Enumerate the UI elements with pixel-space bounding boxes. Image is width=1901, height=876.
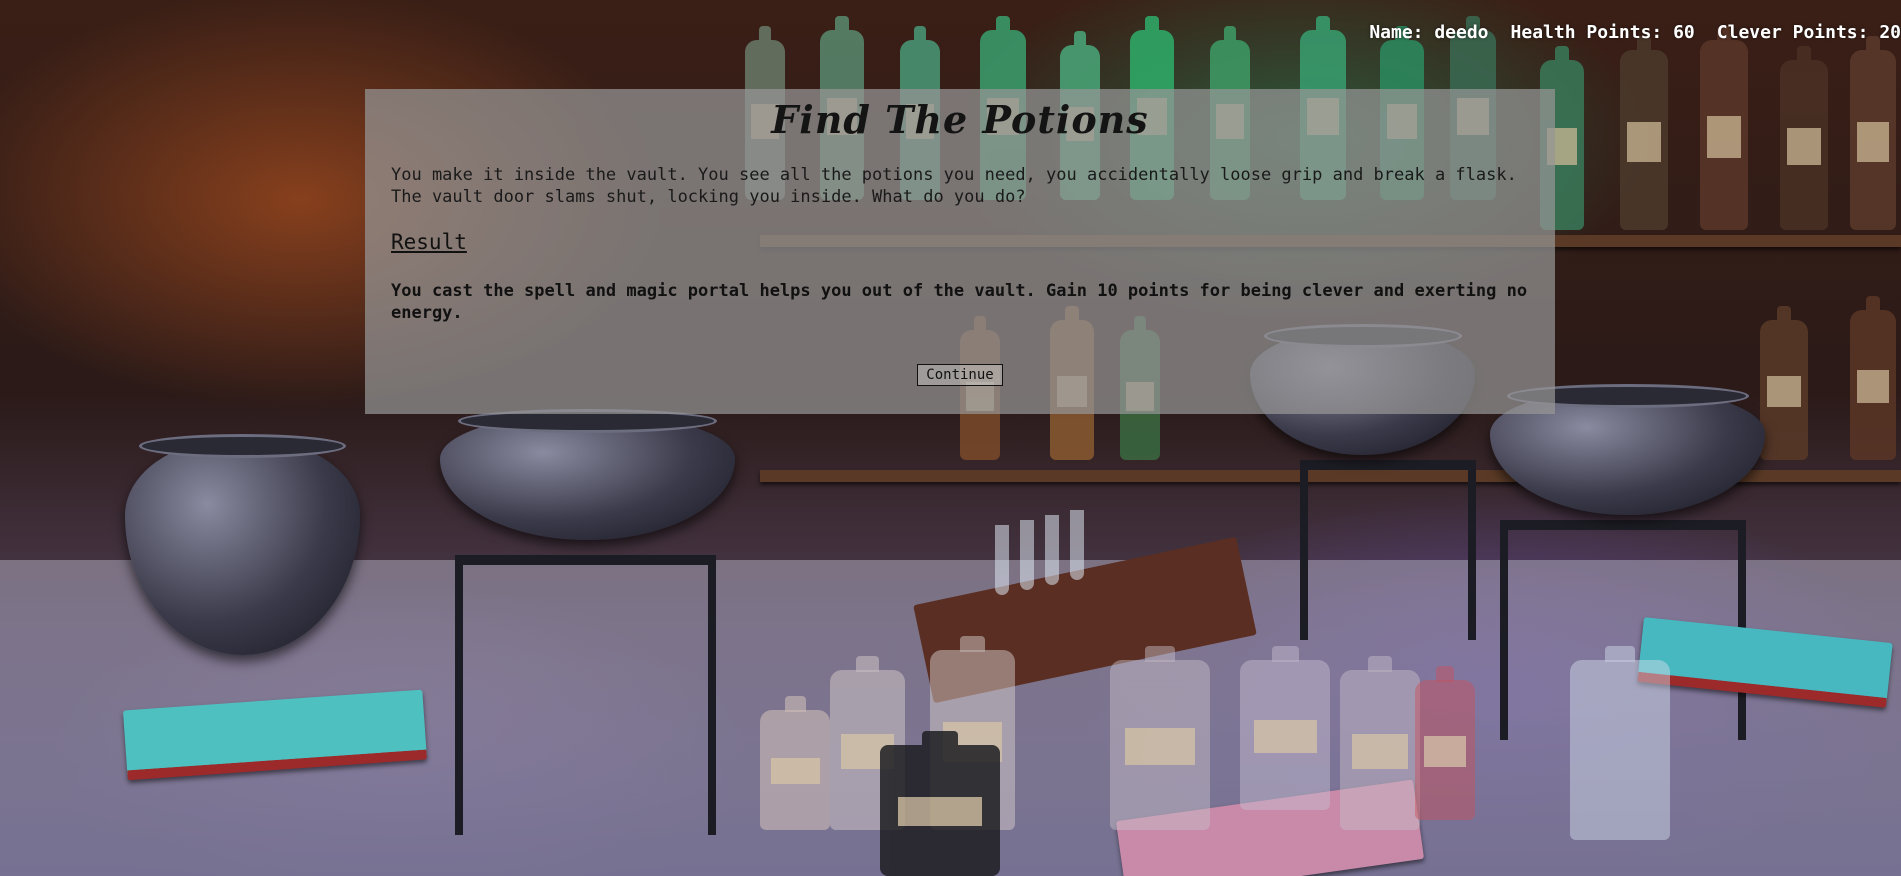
bottle — [1340, 656, 1420, 830]
jar — [1570, 646, 1670, 840]
dialog-title: Find The Potions — [771, 97, 1149, 142]
bottle — [1415, 666, 1475, 820]
test-tube — [1070, 510, 1084, 580]
continue-button[interactable]: Continue — [917, 364, 1003, 386]
health-points: Health Points: 60 — [1510, 22, 1695, 43]
cauldron-stand — [1300, 460, 1476, 640]
result-text: You cast the spell and magic portal help… — [391, 281, 1528, 323]
cauldron-stand — [455, 555, 716, 835]
player-name: Name: deedo — [1369, 22, 1489, 43]
bottle — [1850, 296, 1896, 460]
story-text: You make it inside the vault. You see al… — [391, 165, 1517, 207]
test-tube — [1045, 515, 1059, 585]
test-tube — [1020, 520, 1034, 590]
bottle — [1760, 306, 1808, 460]
dialog-actions: Continue — [391, 364, 1529, 386]
bottle — [1620, 36, 1668, 230]
story-dialog: Find The Potions You make it inside the … — [365, 89, 1555, 414]
jar — [880, 731, 1000, 876]
bottle — [1240, 646, 1330, 810]
cauldron — [440, 409, 735, 540]
result-heading: Result — [391, 230, 467, 254]
bottle — [1780, 46, 1828, 230]
clever-points: Clever Points: 20 — [1716, 22, 1901, 43]
bottle — [1850, 36, 1896, 230]
bottle — [1110, 646, 1210, 830]
test-tube — [995, 525, 1009, 595]
player-status-bar: Name: deedo Health Points: 60 Clever Point… — [1347, 22, 1901, 43]
bottle — [1700, 26, 1748, 230]
bottle — [760, 696, 830, 830]
